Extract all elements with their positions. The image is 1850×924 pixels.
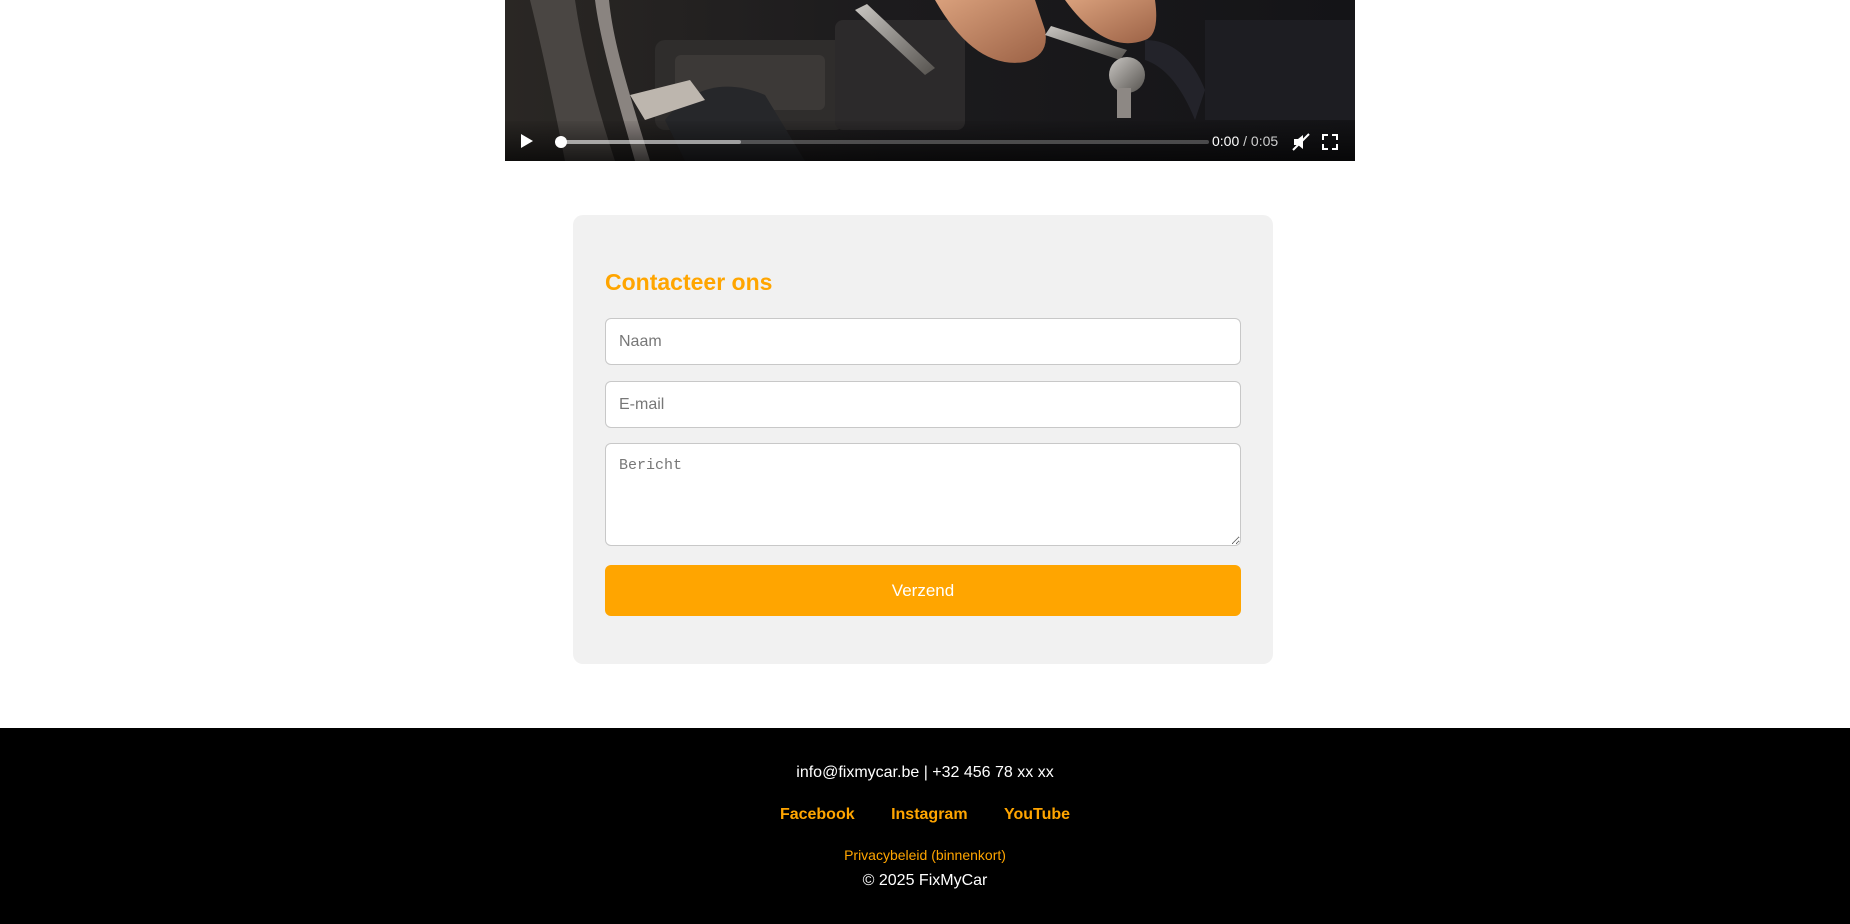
time-separator: / — [1243, 133, 1248, 149]
current-time: 0:00 — [1212, 133, 1240, 149]
timeline-buffer — [559, 140, 741, 144]
privacy-link[interactable]: Privacybeleid (binnenkort) — [844, 847, 1006, 863]
footer: info@fixmycar.be | +32 456 78 xx xx Face… — [0, 728, 1850, 924]
play-icon[interactable] — [521, 134, 533, 148]
social-links: Facebook Instagram YouTube — [0, 806, 1850, 824]
video-controls: 0:00 / 0:05 — [505, 121, 1355, 161]
footer-divider: | — [923, 764, 928, 781]
instagram-link[interactable]: Instagram — [891, 806, 967, 823]
copyright: © 2025 FixMyCar — [862, 872, 988, 889]
video-player[interactable]: 0:00 / 0:05 — [505, 0, 1355, 161]
submit-button[interactable]: Verzend — [605, 565, 1241, 616]
video-timeline[interactable] — [555, 136, 1209, 148]
footer-contact: info@fixmycar.be | +32 456 78 xx xx — [0, 764, 1850, 782]
email-input[interactable] — [605, 381, 1241, 428]
name-input[interactable] — [605, 318, 1241, 365]
video-time: 0:00 / 0:05 — [1212, 133, 1278, 149]
contact-title: Contacteer ons — [605, 269, 773, 295]
message-textarea[interactable] — [605, 443, 1241, 546]
footer-phone: +32 456 78 xx xx — [932, 764, 1054, 781]
facebook-link[interactable]: Facebook — [780, 806, 855, 823]
timeline-thumb[interactable] — [555, 136, 567, 148]
privacy-line: Privacybeleid (binnenkort) — [0, 847, 1850, 863]
mute-icon[interactable] — [1291, 132, 1311, 152]
duration: 0:05 — [1250, 133, 1279, 149]
contact-card: Contacteer ons Verzend — [573, 215, 1273, 664]
footer-email-link[interactable]: info@fixmycar.be — [796, 764, 919, 781]
fullscreen-icon[interactable] — [1320, 132, 1340, 152]
youtube-link[interactable]: YouTube — [1004, 806, 1070, 823]
